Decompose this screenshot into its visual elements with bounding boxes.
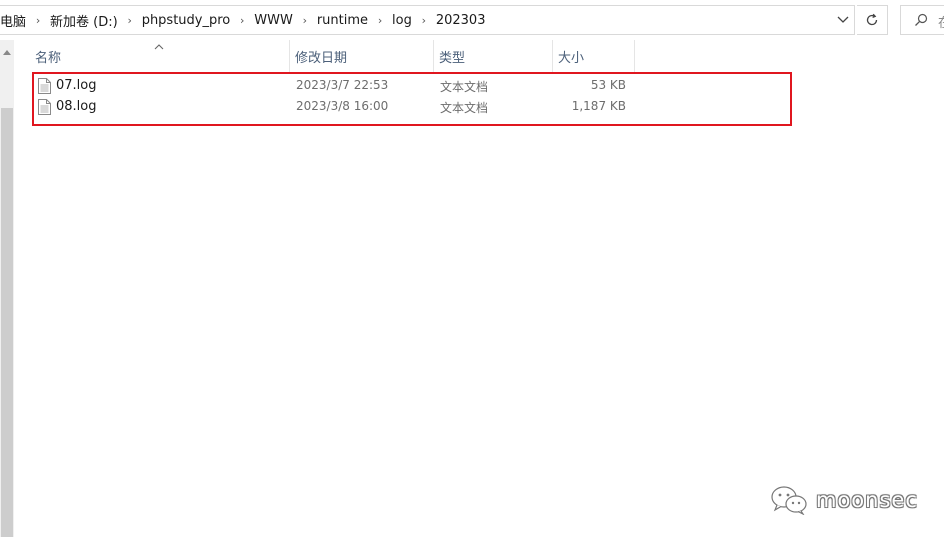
chevron-right-icon[interactable]: ›: [27, 14, 49, 27]
file-row[interactable]: 07.log 2023/3/7 22:53 文本文档 53 KB: [30, 76, 635, 97]
file-modified-date: 2023/3/8 16:00: [296, 99, 389, 113]
search-icon: [915, 13, 928, 26]
file-size: 1,187 KB: [571, 99, 626, 113]
chevron-down-icon[interactable]: [835, 12, 851, 28]
column-header-row: 名称 修改日期 类型 大小: [30, 40, 635, 73]
toolbar: 电脑 › 新加卷 (D:) › phpstudy_pro › WWW › run…: [0, 0, 944, 40]
address-bar[interactable]: 电脑 › 新加卷 (D:) › phpstudy_pro › WWW › run…: [0, 5, 855, 35]
text-file-icon: [38, 99, 51, 115]
file-modified-date: 2023/3/7 22:53: [296, 78, 389, 92]
column-header-size-label: 大小: [558, 51, 585, 66]
chevron-right-icon[interactable]: ›: [369, 14, 391, 27]
file-type: 文本文档: [440, 101, 489, 115]
scroll-up-arrow-icon[interactable]: [1, 46, 13, 58]
column-header-date[interactable]: 修改日期: [290, 40, 434, 73]
breadcrumb-item-computer[interactable]: 电脑: [0, 11, 27, 30]
chevron-right-icon[interactable]: ›: [294, 14, 316, 27]
file-row[interactable]: 08.log 2023/3/8 16:00 文本文档 1,187 KB: [30, 97, 635, 118]
column-header-type[interactable]: 类型: [434, 40, 553, 73]
column-header-name[interactable]: 名称: [30, 40, 290, 73]
file-name[interactable]: 08.log: [56, 99, 97, 114]
column-header-size[interactable]: 大小: [553, 40, 635, 73]
file-size: 53 KB: [590, 78, 626, 92]
refresh-icon: [866, 13, 878, 26]
breadcrumb-item-log[interactable]: log: [391, 13, 413, 28]
chevron-right-icon[interactable]: ›: [231, 14, 253, 27]
column-header-name-label: 名称: [35, 51, 62, 66]
navigation-pane[interactable]: [0, 40, 14, 537]
file-name[interactable]: 07.log: [56, 78, 97, 93]
breadcrumb-item-www[interactable]: WWW: [253, 13, 294, 28]
breadcrumb-item-202303[interactable]: 202303: [435, 13, 487, 28]
chevron-right-icon[interactable]: ›: [413, 14, 435, 27]
file-type: 文本文档: [440, 80, 489, 94]
breadcrumb: 电脑 › 新加卷 (D:) › phpstudy_pro › WWW › run…: [0, 6, 486, 34]
search-input[interactable]: 在: [900, 5, 944, 35]
scrollbar-thumb[interactable]: [1, 108, 13, 537]
refresh-button[interactable]: [857, 5, 888, 35]
sort-ascending-icon: [154, 44, 164, 50]
column-header-type-label: 类型: [439, 51, 466, 66]
file-list: 07.log 2023/3/7 22:53 文本文档 53 KB 08.log …: [30, 76, 635, 118]
watermark-text: moonsec: [816, 488, 918, 512]
column-header-date-label: 修改日期: [295, 51, 348, 66]
breadcrumb-item-drive-d[interactable]: 新加卷 (D:): [49, 11, 119, 30]
search-placeholder: 在: [938, 12, 944, 31]
text-file-icon: [38, 78, 51, 94]
breadcrumb-item-phpstudy-pro[interactable]: phpstudy_pro: [141, 13, 232, 28]
watermark: moonsec: [770, 483, 918, 517]
breadcrumb-item-runtime[interactable]: runtime: [316, 13, 369, 28]
wechat-logo-icon: [771, 486, 807, 515]
chevron-right-icon[interactable]: ›: [119, 14, 141, 27]
